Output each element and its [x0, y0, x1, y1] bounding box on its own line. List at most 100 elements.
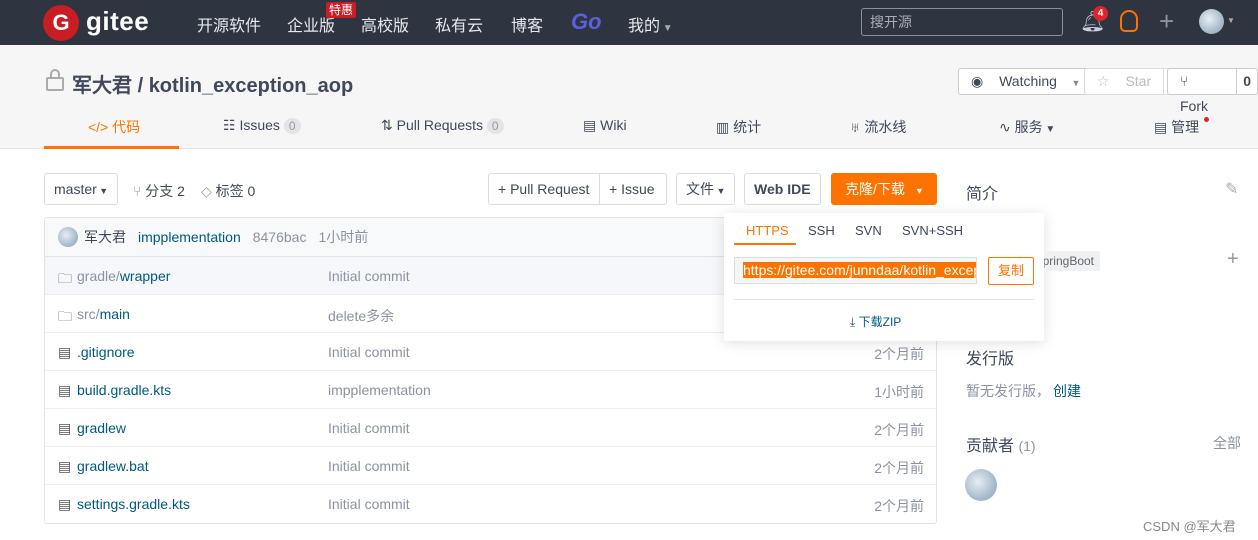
web-ide-button[interactable]: Web IDE — [744, 173, 821, 205]
author-avatar[interactable] — [58, 227, 78, 247]
tab-stats[interactable]: ▥ 统计 — [716, 117, 761, 137]
file-commit-message[interactable]: Initial commit — [328, 344, 410, 360]
new-issue-button[interactable]: + Issue — [599, 173, 667, 205]
commit-author[interactable]: 军大君 — [84, 227, 126, 247]
tab-label: 流水线 — [864, 119, 907, 135]
gitee-logo-icon[interactable]: G — [43, 5, 79, 41]
file-name[interactable]: .gitignore — [77, 344, 135, 360]
pull-request-icon: ⇅ — [381, 117, 397, 133]
user-avatar[interactable] — [1199, 9, 1224, 34]
file-icon: ▤ — [58, 382, 72, 398]
fork-label: Fork — [1180, 98, 1208, 114]
file-name-label: build.gradle.kts — [77, 382, 172, 398]
file-name-label: main — [99, 306, 130, 322]
file-name[interactable]: settings.gradle.kts — [77, 496, 190, 512]
tab-manage[interactable]: ▤ 管理 — [1154, 117, 1199, 137]
code-icon: </> — [88, 119, 113, 135]
fork-button[interactable]: ⑂ Fork 0 — [1167, 68, 1258, 114]
nav-mine[interactable]: 我的 ▼ — [628, 12, 673, 36]
file-menu-button[interactable]: 文件 ▼ — [676, 173, 736, 205]
branch-select[interactable]: master ▼ — [44, 173, 119, 205]
lightbulb-icon[interactable] — [1120, 10, 1138, 32]
clone-tab-https[interactable]: HTTPS — [746, 223, 789, 238]
folder-icon: 🗀︎ — [58, 270, 72, 286]
separator: / — [137, 75, 144, 97]
nav-go[interactable]: Go — [571, 9, 602, 35]
tags-link[interactable]: ◇ 标签 0 — [201, 181, 255, 201]
branches-link[interactable]: ⑂ 分支 2 — [133, 181, 185, 201]
copy-button[interactable]: 复制 — [988, 257, 1034, 285]
file-row[interactable]: ▤ gradlew Initial commit 2个月前 — [45, 409, 936, 447]
clone-tab-ssh[interactable]: SSH — [808, 223, 835, 238]
file-commit-message[interactable]: Initial commit — [328, 496, 410, 512]
file-name[interactable]: build.gradle.kts — [77, 382, 171, 398]
hot-badge: 特惠 — [326, 2, 357, 18]
edit-icon[interactable]: ✎ — [1225, 179, 1238, 199]
branches-label: 分支 2 — [145, 183, 185, 199]
file-name[interactable]: gradlew — [77, 420, 126, 436]
new-pull-request-button[interactable]: + Pull Request — [488, 173, 600, 205]
file-row[interactable]: ▤ settings.gradle.kts Initial commit 2个月… — [45, 485, 936, 523]
download-zip-link[interactable]: ⤓ 下载ZIP — [850, 313, 901, 330]
add-topic-icon[interactable]: + — [1227, 248, 1239, 271]
intro-heading: 简介 — [966, 186, 999, 203]
file-label: 文件 — [686, 181, 714, 197]
file-name-label: settings.gradle.kts — [77, 496, 190, 512]
caret-down-icon[interactable]: ▼ — [1227, 16, 1235, 25]
repo-owner[interactable]: 军大君 — [72, 75, 132, 97]
clone-tab-svn-ssh[interactable]: SVN+SSH — [902, 223, 963, 238]
file-commit-message[interactable]: delete多余 — [328, 306, 394, 326]
tab-pull-requests[interactable]: ⇅ Pull Requests 0 — [381, 117, 504, 134]
plus-icon[interactable]: + — [1159, 6, 1174, 37]
file-row[interactable]: ▤ gradlew.bat Initial commit 2个月前 — [45, 447, 936, 485]
branch-label: master — [54, 181, 97, 197]
tab-wiki[interactable]: ▤ Wiki — [583, 117, 627, 134]
file-name[interactable]: gradle/wrapper — [77, 268, 170, 284]
commit-message[interactable]: impplementation — [138, 229, 241, 245]
repo-name[interactable]: kotlin_exception_aop — [149, 75, 354, 97]
tab-label: 管理 — [1171, 119, 1200, 135]
contributors-heading: 贡献者 (1) — [966, 432, 1036, 456]
tab-issues[interactable]: ☷ Issues 0 — [223, 117, 301, 134]
commit-sha[interactable]: 8476bac — [253, 229, 307, 245]
watermark: CSDN @军大君 — [1143, 519, 1236, 534]
nav-education[interactable]: 高校版 — [361, 12, 409, 36]
nav-blog[interactable]: 博客 — [511, 12, 543, 36]
clone-download-button[interactable]: 克隆/下载 ▼ — [831, 173, 937, 205]
topic-tag[interactable]: SpringBoot — [1044, 251, 1100, 271]
branch-icon: ⑂ — [133, 183, 146, 199]
tab-label: 代码 — [112, 119, 141, 135]
star-icon: ☆ — [1097, 73, 1114, 89]
file-icon: ▤ — [58, 344, 72, 360]
logo-text[interactable]: gitee — [86, 6, 149, 37]
nav-private-cloud[interactable]: 私有云 — [435, 12, 483, 36]
tab-pipeline[interactable]: ♅ 流水线 — [850, 117, 906, 137]
clone-url-input[interactable]: https://gitee.com/junndaa/kotlin_excepti… — [734, 257, 977, 284]
search-input[interactable]: 搜开源 — [861, 8, 1063, 36]
book-icon: ▤ — [583, 117, 601, 133]
file-row[interactable]: ▤ build.gradle.kts impplementation 1小时前 — [45, 371, 936, 409]
tags-label: 标签 0 — [215, 183, 256, 199]
file-icon: ▤ — [58, 420, 72, 436]
caret-down-icon: ▼ — [660, 23, 673, 34]
contributor-avatar[interactable] — [965, 469, 997, 501]
file-commit-message[interactable]: Initial commit — [328, 458, 410, 474]
file-commit-message[interactable]: Initial commit — [328, 268, 410, 284]
tab-code[interactable]: </> 代码 — [88, 117, 140, 137]
nav-opensource[interactable]: 开源软件 — [197, 12, 261, 36]
tab-label: 统计 — [733, 119, 762, 135]
file-path-prefix: gradle/ — [77, 268, 120, 284]
file-commit-message[interactable]: impplementation — [328, 382, 431, 398]
file-name[interactable]: gradlew.bat — [77, 458, 149, 474]
file-commit-message[interactable]: Initial commit — [328, 420, 410, 436]
file-commit-time: 1小时前 — [874, 384, 924, 400]
tab-services[interactable]: ∿ 服务 ▼ — [999, 117, 1055, 137]
tab-count: 0 — [283, 118, 301, 134]
file-name-label: gradlew — [77, 420, 127, 436]
clone-tab-svn[interactable]: SVN — [855, 223, 882, 238]
all-contributors-link[interactable]: 全部 — [1213, 433, 1241, 453]
tab-count: 0 — [486, 118, 504, 134]
file-name[interactable]: src/main — [77, 306, 130, 322]
create-release-link[interactable]: 创建 — [1053, 381, 1081, 401]
releases-heading: 发行版 — [966, 351, 1015, 368]
